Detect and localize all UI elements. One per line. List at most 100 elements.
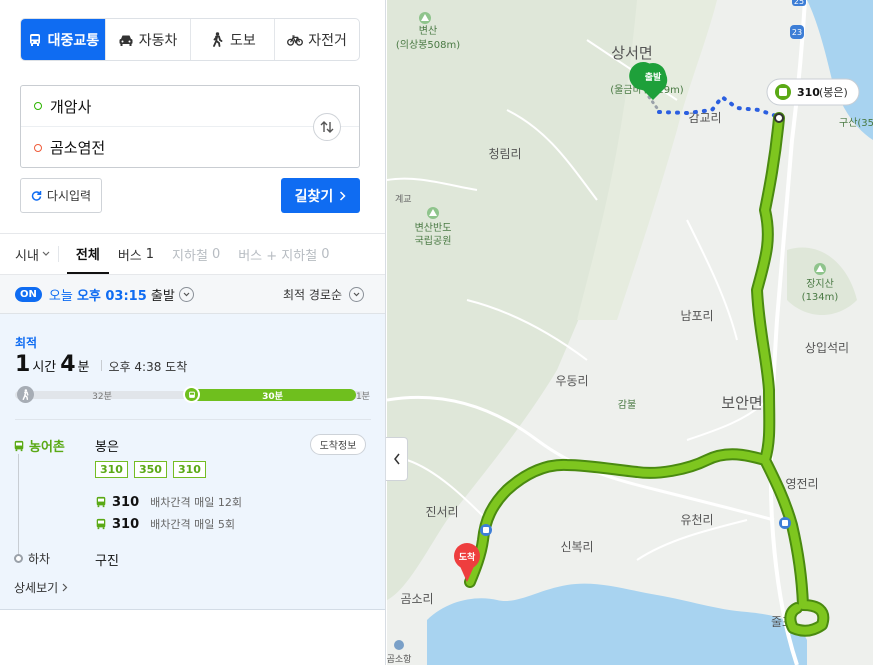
map-label-gusan: 구산(35 bbox=[839, 117, 873, 129]
mode-label: 대중교통 bbox=[47, 32, 100, 49]
map-label-nampo: 남포리 bbox=[680, 309, 713, 323]
tab-label: 버스 + 지하철 bbox=[238, 248, 318, 264]
bus-icon bbox=[96, 518, 106, 530]
duration: 1 시간 4 분 오후 4:38 도착 bbox=[15, 352, 187, 377]
board-stop[interactable]: 봉은 bbox=[95, 436, 119, 455]
end-input[interactable]: 곰소염전 bbox=[21, 127, 311, 168]
chevron-down-icon[interactable] bbox=[178, 286, 194, 302]
map-label-sinbok: 신복리 bbox=[560, 540, 593, 554]
start-value: 개암사 bbox=[50, 97, 92, 116]
mode-label: 자동차 bbox=[138, 32, 178, 49]
end-value: 곰소염전 bbox=[50, 139, 106, 157]
reset-button[interactable]: 다시입력 bbox=[20, 178, 102, 213]
map-label-boan: 보안면 bbox=[721, 394, 762, 412]
tab-subway[interactable]: 지하철 0 bbox=[163, 234, 229, 274]
departure-day: 오늘 bbox=[48, 288, 73, 304]
route-panel: 대중교통 자동차 도보 자전거 개암사 곰소염전 다시입력 길찾기 시내 전체 … bbox=[0, 0, 386, 665]
route-chip[interactable]: 310 bbox=[95, 461, 128, 478]
mode-transit-tab[interactable]: 대중교통 bbox=[21, 19, 105, 60]
route-result-card[interactable]: 최적 1 시간 4 분 오후 4:38 도착 32분 30분 1분 농어촌 봉은… bbox=[0, 314, 385, 610]
chevron-right-icon bbox=[340, 190, 346, 201]
departure-time[interactable]: 오늘 오후 03:15 출발 bbox=[49, 285, 175, 304]
tab-count: 0 bbox=[321, 246, 330, 262]
car-icon bbox=[118, 32, 134, 48]
find-route-button[interactable]: 길찾기 bbox=[281, 178, 360, 213]
map-label-yucheon: 유천리 bbox=[680, 512, 713, 527]
refresh-icon bbox=[31, 191, 42, 201]
walk-segment: 32분 bbox=[15, 389, 189, 402]
area-select[interactable]: 시내 bbox=[0, 246, 59, 264]
tab-label: 버스 bbox=[117, 248, 142, 264]
chevron-down-icon bbox=[349, 286, 364, 302]
map-label-cheongnim: 청림리 bbox=[488, 147, 521, 161]
collapse-panel-button[interactable] bbox=[386, 437, 408, 481]
reset-label: 다시입력 bbox=[46, 189, 92, 203]
departure-clock: 오후 03:15 bbox=[76, 288, 147, 304]
map-label-jangji-sub: (134m) bbox=[802, 292, 839, 303]
duration-hours: 1 bbox=[15, 352, 31, 377]
swap-icon bbox=[320, 121, 334, 133]
service-route: 310 bbox=[112, 494, 140, 510]
walk-icon bbox=[17, 386, 34, 403]
tab-bus[interactable]: 버스 1 bbox=[109, 234, 163, 274]
tab-label: 지하철 bbox=[172, 248, 208, 264]
service-row: 310 배차간격 매일 5회 bbox=[95, 516, 235, 532]
detail-link[interactable]: 상세보기 bbox=[14, 579, 68, 596]
chevron-down-icon bbox=[42, 251, 50, 256]
tab-bus-subway[interactable]: 버스 + 지하철 0 bbox=[229, 234, 338, 274]
alight-stop[interactable]: 구진 bbox=[95, 550, 119, 569]
bus-stop-dot bbox=[774, 113, 784, 123]
road-number: 25 bbox=[794, 0, 804, 6]
end-dot-icon bbox=[34, 143, 42, 152]
bus-icon bbox=[27, 32, 43, 48]
map-label-jinseo: 진서리 bbox=[425, 505, 458, 519]
harbor-icon bbox=[394, 640, 404, 650]
swap-button[interactable] bbox=[313, 113, 341, 141]
road-shield-icon: 23 bbox=[790, 25, 804, 39]
end-marker-label: 도착 bbox=[459, 551, 476, 563]
bus-segment: 30분 bbox=[189, 389, 356, 402]
bus-stop-icon bbox=[779, 517, 791, 529]
departure-time-bar: ON 오늘 오후 03:15 출발 최적 경로순 bbox=[0, 274, 385, 314]
on-toggle[interactable]: ON bbox=[15, 286, 42, 302]
map-label-park: 변산반도 bbox=[415, 222, 452, 234]
place-inputs: 개암사 곰소염전 bbox=[20, 85, 360, 168]
area-label: 시내 bbox=[15, 248, 39, 264]
bus-icon bbox=[96, 496, 106, 508]
bus-stop-route: 310 bbox=[797, 86, 820, 99]
tab-count: 1 bbox=[145, 246, 155, 262]
start-input[interactable]: 개암사 bbox=[21, 86, 359, 127]
bus-icon bbox=[14, 440, 24, 451]
departure-suffix: 출발 bbox=[150, 288, 175, 304]
map-canvas[interactable]: 변산 (의상봉508m) 상서면 (울금바위329m) 감교리 청림리 계교 변… bbox=[387, 0, 873, 665]
map-label-peak: 변산 bbox=[419, 25, 437, 37]
map-label-gambul: 감불 bbox=[618, 399, 636, 411]
chevron-right-icon bbox=[62, 583, 68, 592]
tab-label: 전체 bbox=[75, 247, 100, 263]
transport-mode-tabs: 대중교통 자동차 도보 자전거 bbox=[20, 18, 360, 61]
map-view[interactable]: 변산 (의상봉508m) 상서면 (울금바위329m) 감교리 청림리 계교 변… bbox=[387, 0, 873, 665]
mode-bicycle-tab[interactable]: 자전거 bbox=[274, 19, 359, 60]
mode-walk-tab[interactable]: 도보 bbox=[189, 19, 275, 60]
detail-label: 상세보기 bbox=[14, 581, 59, 595]
alight-step: 하차 bbox=[14, 550, 50, 567]
route-chip[interactable]: 350 bbox=[133, 461, 167, 478]
bus-icon bbox=[183, 386, 200, 403]
bus-stop-label[interactable]: 310 (봉은) bbox=[766, 78, 860, 106]
find-route-label: 길찾기 bbox=[294, 188, 334, 205]
service-route: 310 bbox=[112, 516, 140, 532]
mode-label: 도보 bbox=[229, 32, 256, 49]
arrival-info-button[interactable]: 도착정보 bbox=[310, 434, 366, 455]
mode-label: 자전거 bbox=[308, 32, 347, 49]
route-chip[interactable]: 310 bbox=[172, 461, 206, 478]
route-line bbox=[18, 454, 19, 554]
park-marker-icon bbox=[427, 207, 439, 219]
mode-car-tab[interactable]: 자동차 bbox=[104, 19, 190, 60]
tab-all[interactable]: 전체 bbox=[66, 234, 109, 274]
service-row: 310 배차간격 매일 12회 bbox=[95, 494, 242, 510]
sort-label: 최적 경로순 bbox=[282, 287, 342, 302]
arrival-time: 오후 4:38 도착 bbox=[108, 360, 188, 374]
sort-select[interactable]: 최적 경로순 bbox=[283, 286, 364, 303]
bicycle-icon bbox=[287, 32, 304, 48]
service-frequency: 배차간격 매일 5회 bbox=[150, 518, 235, 531]
